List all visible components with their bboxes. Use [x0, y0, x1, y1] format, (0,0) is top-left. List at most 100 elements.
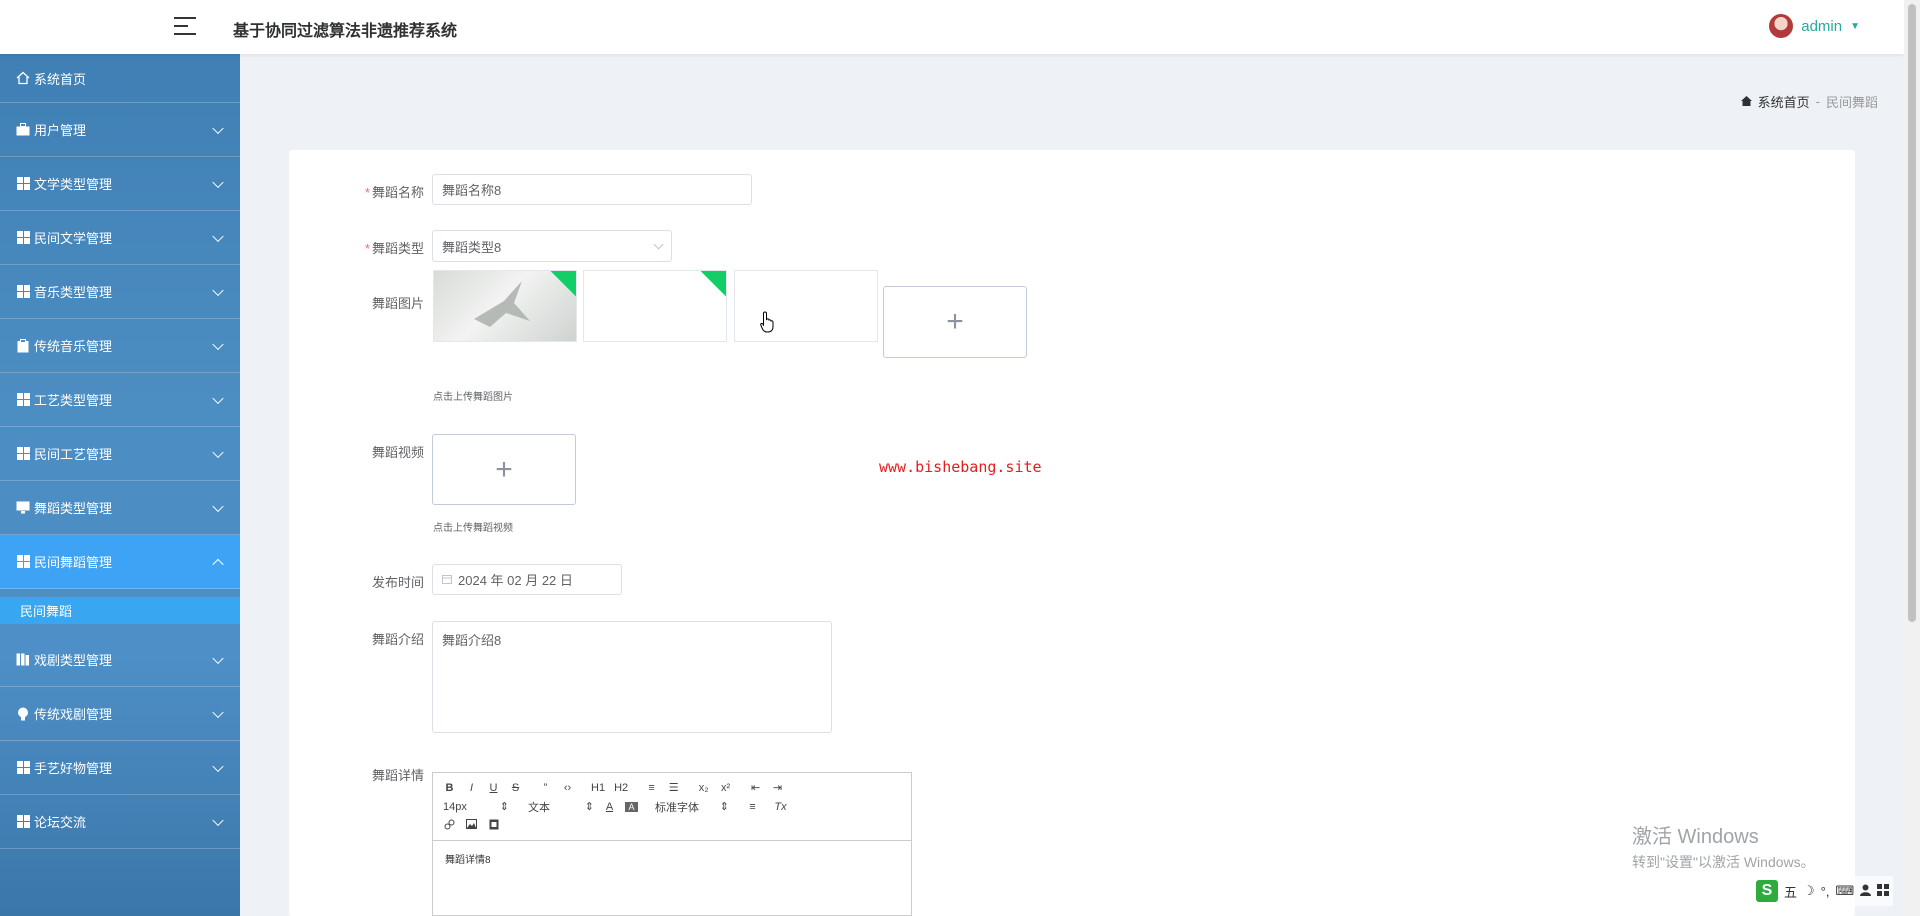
strike-button[interactable]: S: [509, 782, 522, 794]
apps-icon[interactable]: [1877, 883, 1890, 899]
chevron-down-icon: [212, 230, 224, 242]
sidebar-item-dance-type[interactable]: 舞蹈类型管理: [0, 481, 240, 535]
background-color-icon[interactable]: A: [625, 801, 638, 812]
images-label: 舞蹈图片: [371, 296, 424, 311]
ime-mode[interactable]: 五: [1784, 882, 1797, 901]
moon-icon[interactable]: ☽: [1803, 883, 1815, 899]
link-icon[interactable]: [443, 819, 456, 833]
top-bar: 基于协同过滤算法非遗推荐系统 admin ▼: [0, 0, 1904, 54]
clipboard-icon: [16, 338, 30, 353]
breadcrumb-current: 民间舞蹈: [1825, 95, 1878, 110]
home-icon: [16, 71, 30, 85]
sidebar: 系统首页 用户管理 文学类型管理 民间文学管理 音乐类型管理 传统音乐管理 工艺…: [0, 54, 240, 916]
briefcase-icon: [16, 123, 30, 137]
sidebar-item-label: 用户管理: [34, 123, 87, 138]
calendar-icon: [442, 572, 452, 587]
chevron-down-icon: [212, 652, 224, 664]
grid-icon: [16, 815, 30, 829]
superscript-button[interactable]: x²: [719, 782, 732, 794]
date-label: 发布时间: [371, 575, 424, 590]
punctuation-toggle[interactable]: °,: [1821, 884, 1830, 899]
name-label: * 舞蹈名称: [364, 185, 424, 200]
editor-toolbar: B I U S ” ‹› H1 H2 ≡ ☰ x₂ x² ⇤ ⇥ 14px ⇕ 文…: [433, 773, 911, 841]
grid-icon: [16, 285, 30, 299]
publish-date-picker[interactable]: 2024 年 02 月 22 日: [432, 564, 622, 595]
dance-image-3[interactable]: [734, 270, 878, 342]
sidebar-item-forum[interactable]: 论坛交流: [0, 795, 240, 849]
page-scrollbar[interactable]: [1904, 0, 1920, 916]
indent-button[interactable]: ⇥: [771, 781, 784, 794]
sogou-logo-icon[interactable]: S: [1756, 880, 1778, 902]
dance-image-1[interactable]: [433, 270, 577, 342]
image-icon[interactable]: [465, 819, 478, 832]
dance-image-2[interactable]: [583, 270, 727, 342]
success-badge: [700, 271, 726, 297]
bullet-list-button[interactable]: ☰: [667, 781, 680, 794]
font-family-select[interactable]: 标准字体 ⇕: [655, 799, 729, 815]
header-select[interactable]: 文本 ⇕: [528, 799, 594, 815]
chevron-down-icon: [212, 814, 224, 826]
sidebar-item-drama-type[interactable]: 戏剧类型管理: [0, 633, 240, 687]
sidebar-item-folk-craft[interactable]: 民间工艺管理: [0, 427, 240, 481]
chevron-down-icon: [212, 446, 224, 458]
outdent-button[interactable]: ⇤: [749, 781, 762, 794]
sidebar-item-folk-literature[interactable]: 民间文学管理: [0, 211, 240, 265]
sidebar-item-craft-type[interactable]: 工艺类型管理: [0, 373, 240, 427]
sidebar-item-home[interactable]: 系统首页: [0, 54, 240, 103]
sidebar-item-label: 民间舞蹈管理: [34, 555, 113, 570]
sidebar-item-label: 舞蹈类型管理: [34, 501, 113, 516]
sidebar-item-traditional-music[interactable]: 传统音乐管理: [0, 319, 240, 373]
keyboard-icon[interactable]: ⌨: [1835, 883, 1854, 899]
sidebar-subitem-folk-dance[interactable]: 民间舞蹈: [0, 597, 240, 624]
user-icon[interactable]: [1860, 884, 1872, 899]
chevron-down-icon: [212, 176, 224, 188]
user-name: admin: [1801, 17, 1843, 35]
chevron-down-icon: [212, 284, 224, 296]
type-label: * 舞蹈类型: [364, 241, 424, 256]
scrollbar-thumb[interactable]: [1908, 4, 1916, 622]
video-upload-button[interactable]: +: [432, 434, 576, 505]
ordered-list-button[interactable]: ≡: [645, 782, 658, 794]
chevron-up-icon: [212, 558, 224, 570]
breadcrumb-home[interactable]: 系统首页: [1758, 92, 1810, 111]
dance-type-select[interactable]: 舞蹈类型8: [432, 230, 672, 262]
dance-intro-textarea[interactable]: [432, 621, 832, 733]
windows-activation-watermark: 激活 Windows 转到"设置"以激活 Windows。: [1632, 820, 1815, 872]
windows-activation-title: 激活 Windows: [1632, 826, 1759, 848]
monitor-icon: [16, 501, 30, 515]
watermark-url: www.bishebang.site: [879, 458, 1042, 476]
sidebar-item-folk-dance[interactable]: 民间舞蹈管理: [0, 535, 240, 589]
sidebar-item-traditional-drama[interactable]: 传统戏剧管理: [0, 687, 240, 741]
code-block-button[interactable]: ‹›: [561, 782, 574, 794]
rich-text-editor: B I U S ” ‹› H1 H2 ≡ ☰ x₂ x² ⇤ ⇥ 14px ⇕ 文…: [432, 772, 912, 916]
editor-content[interactable]: 舞蹈详情8: [433, 841, 911, 876]
video-icon[interactable]: [487, 819, 500, 833]
font-size-select[interactable]: 14px ⇕: [443, 800, 509, 814]
user-menu[interactable]: admin ▼: [1769, 14, 1860, 38]
sidebar-item-music-type[interactable]: 音乐类型管理: [0, 265, 240, 319]
avatar: [1769, 14, 1794, 38]
blockquote-button[interactable]: ”: [539, 782, 552, 794]
h1-button[interactable]: H1: [591, 782, 605, 794]
sidebar-item-handicraft-goods[interactable]: 手艺好物管理: [0, 741, 240, 795]
dance-name-input[interactable]: 舞蹈名称8: [432, 174, 752, 205]
sidebar-item-users[interactable]: 用户管理: [0, 103, 240, 157]
image-upload-button[interactable]: +: [883, 286, 1027, 358]
sidebar-item-label: 戏剧类型管理: [34, 653, 113, 668]
sidebar-item-literature-type[interactable]: 文学类型管理: [0, 157, 240, 211]
italic-button[interactable]: I: [465, 782, 478, 794]
caret-down-icon: ▼: [1850, 20, 1860, 32]
underline-button[interactable]: U: [487, 782, 500, 794]
clear-format-button[interactable]: Tx: [774, 801, 787, 813]
bold-button[interactable]: B: [443, 782, 456, 794]
menu-toggle-icon[interactable]: [174, 17, 196, 37]
sidebar-item-label: 手艺好物管理: [34, 761, 113, 776]
sidebar-item-label: 传统音乐管理: [34, 339, 113, 354]
font-color-icon[interactable]: A: [603, 801, 616, 813]
h2-button[interactable]: H2: [614, 782, 628, 794]
video-label: 舞蹈视频: [371, 445, 424, 460]
align-button[interactable]: ≡: [746, 801, 759, 813]
book-icon: [16, 653, 30, 667]
sidebar-item-label: 工艺类型管理: [34, 393, 113, 408]
subscript-button[interactable]: x₂: [697, 782, 710, 794]
